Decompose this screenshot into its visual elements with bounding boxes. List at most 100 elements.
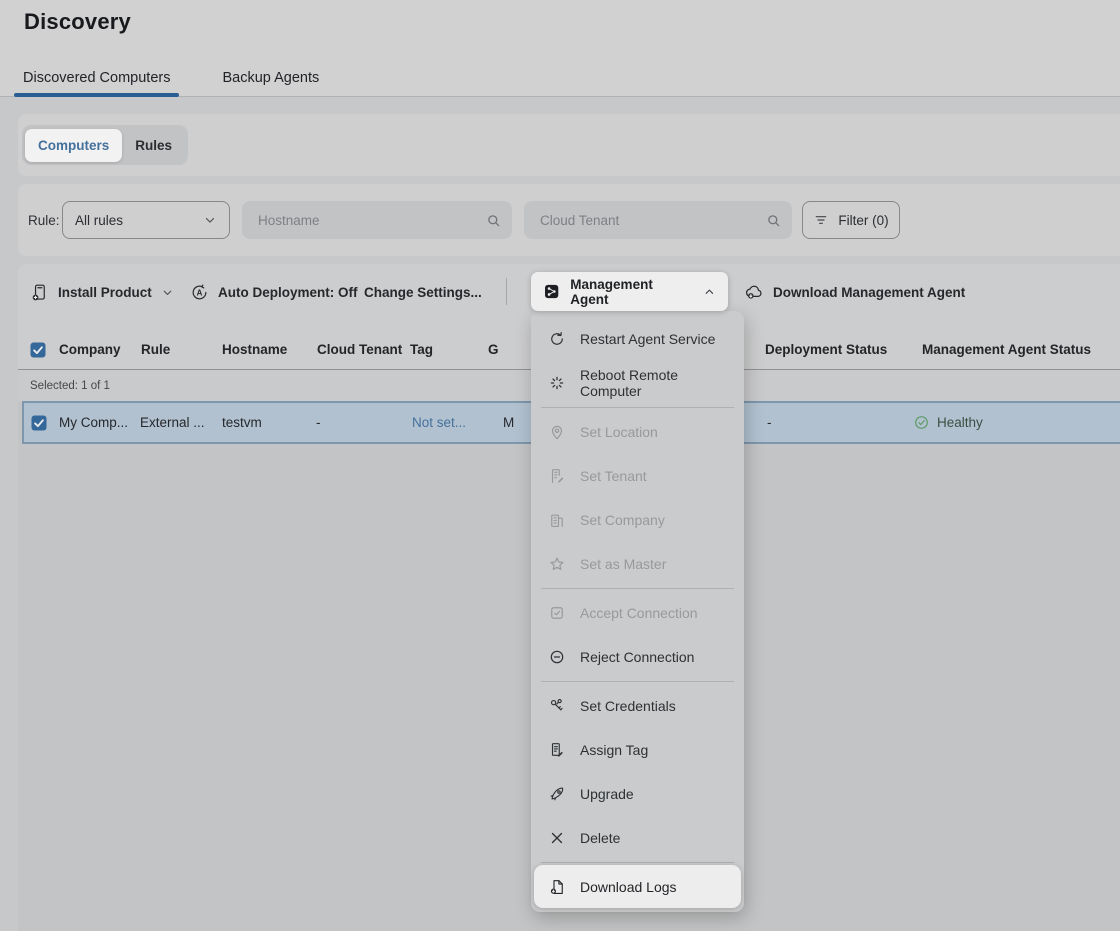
toggle-computers[interactable]: Computers (25, 129, 122, 162)
view-toggle: Computers Rules (22, 125, 188, 165)
tab-bar: Discovered Computers Backup Agents (14, 70, 328, 96)
row-cell-deployment-status: - (767, 403, 772, 442)
menu-item-assign-tag[interactable]: Assign Tag (531, 728, 744, 772)
auto-deployment-label: Auto Deployment: Off (218, 285, 358, 300)
view-toggle-panel: Computers Rules (18, 114, 1120, 176)
location-pin-icon (548, 423, 566, 441)
company-icon (548, 511, 566, 529)
menu-item-download-logs[interactable]: Download Logs (534, 865, 741, 908)
menu-item-label: Accept Connection (580, 605, 698, 621)
row-cell-tag-link[interactable]: Not set... (412, 403, 466, 442)
chevron-down-icon (161, 286, 174, 299)
menu-item-set-credentials[interactable]: Set Credentials (531, 684, 744, 728)
row-cell-cloud-tenant: - (316, 403, 321, 442)
row-cell-rule: External ... (140, 403, 205, 442)
cloud-tenant-search-input[interactable] (538, 212, 765, 229)
menu-item-label: Assign Tag (580, 742, 648, 758)
download-management-agent-button[interactable]: Download Management Agent (744, 273, 965, 311)
menu-item-set-company[interactable]: Set Company (531, 498, 744, 542)
tab-label: Discovered Computers (23, 70, 170, 86)
cloud-download-icon (744, 282, 764, 302)
menu-item-accept-connection[interactable]: Accept Connection (531, 591, 744, 635)
page-title: Discovery (24, 9, 131, 35)
menu-divider (541, 681, 734, 682)
menu-item-set-as-master[interactable]: Set as Master (531, 542, 744, 586)
toggle-rules[interactable]: Rules (122, 129, 185, 162)
column-header-management-agent-status[interactable]: Management Agent Status (922, 330, 1091, 369)
chevron-down-icon (203, 213, 217, 227)
column-header-group[interactable]: G (488, 330, 499, 369)
chevron-up-icon (703, 285, 716, 299)
star-icon (548, 555, 566, 573)
tab-discovered-computers[interactable]: Discovered Computers (14, 70, 179, 96)
management-agent-button[interactable]: Management Agent (531, 272, 728, 311)
page-header: Discovery Discovered Computers Backup Ag… (0, 0, 1120, 97)
spinner-icon (548, 374, 566, 392)
selection-summary: Selected: 1 of 1 (30, 370, 110, 401)
menu-divider (541, 588, 734, 589)
menu-item-label: Set Tenant (580, 468, 647, 484)
discovery-page: Discovery Discovered Computers Backup Ag… (0, 0, 1120, 931)
download-management-agent-label: Download Management Agent (773, 285, 965, 300)
filter-bar: Rule: All rules Filter (0) (18, 184, 1120, 256)
management-agent-icon (543, 282, 560, 301)
menu-item-reboot-remote-computer[interactable]: Reboot Remote Computer (531, 361, 744, 405)
tab-backup-agents[interactable]: Backup Agents (213, 70, 328, 96)
select-all-checkbox[interactable] (30, 330, 46, 369)
menu-item-upgrade[interactable]: Upgrade (531, 772, 744, 816)
menu-item-restart-agent-service[interactable]: Restart Agent Service (531, 317, 744, 361)
search-icon (765, 212, 782, 229)
row-checkbox[interactable] (31, 403, 47, 442)
menu-item-label: Set as Master (580, 556, 666, 572)
management-agent-label: Management Agent (570, 277, 683, 307)
column-header-deployment-status[interactable]: Deployment Status (765, 330, 887, 369)
rocket-icon (548, 785, 566, 803)
hostname-search-input[interactable] (256, 212, 485, 229)
menu-item-label: Set Company (580, 512, 665, 528)
install-product-button[interactable]: Install Product (30, 273, 174, 311)
menu-item-label: Restart Agent Service (580, 331, 715, 347)
auto-deployment-icon: A (190, 283, 209, 302)
row-cell-company: My Comp... (59, 403, 128, 442)
rule-select-value: All rules (75, 213, 123, 228)
row-cell-management-agent-status: Healthy (913, 403, 983, 442)
menu-divider (541, 407, 734, 408)
filter-icon (813, 212, 829, 228)
tab-label: Backup Agents (222, 70, 319, 86)
filter-button[interactable]: Filter (0) (802, 201, 900, 239)
column-header-cloud-tenant[interactable]: Cloud Tenant (317, 330, 402, 369)
install-product-icon (30, 283, 49, 302)
column-header-tag[interactable]: Tag (410, 330, 433, 369)
menu-item-label: Reject Connection (580, 649, 694, 665)
row-cell-group: M (503, 403, 514, 442)
check-square-icon (548, 604, 566, 622)
refresh-icon (548, 330, 566, 348)
rule-label: Rule: (28, 184, 60, 256)
column-header-hostname[interactable]: Hostname (222, 330, 287, 369)
toggle-label: Rules (135, 138, 172, 153)
checkbox-checked-icon (30, 342, 46, 358)
cloud-tenant-search (524, 201, 792, 239)
rule-select[interactable]: All rules (62, 201, 230, 239)
menu-item-label: Download Logs (580, 879, 677, 895)
menu-item-delete[interactable]: Delete (531, 816, 744, 860)
menu-item-label: Delete (580, 830, 620, 846)
menu-item-reject-connection[interactable]: Reject Connection (531, 635, 744, 679)
change-settings-label: Change Settings... (364, 285, 482, 300)
healthy-status-label: Healthy (937, 415, 983, 430)
hostname-search (242, 201, 512, 239)
install-product-label: Install Product (58, 285, 152, 300)
search-icon (485, 212, 502, 229)
auto-deployment-button[interactable]: A Auto Deployment: Off (190, 273, 358, 311)
tag-edit-icon (548, 741, 566, 759)
column-header-rule[interactable]: Rule (141, 330, 170, 369)
menu-item-set-tenant[interactable]: Set Tenant (531, 454, 744, 498)
menu-divider (541, 862, 734, 863)
change-settings-button[interactable]: Change Settings... (364, 273, 482, 311)
menu-item-label: Set Credentials (580, 698, 676, 714)
keys-icon (548, 697, 566, 715)
toolbar-divider (506, 278, 507, 305)
column-header-company[interactable]: Company (59, 330, 121, 369)
tenant-edit-icon (548, 467, 566, 485)
menu-item-set-location[interactable]: Set Location (531, 410, 744, 454)
